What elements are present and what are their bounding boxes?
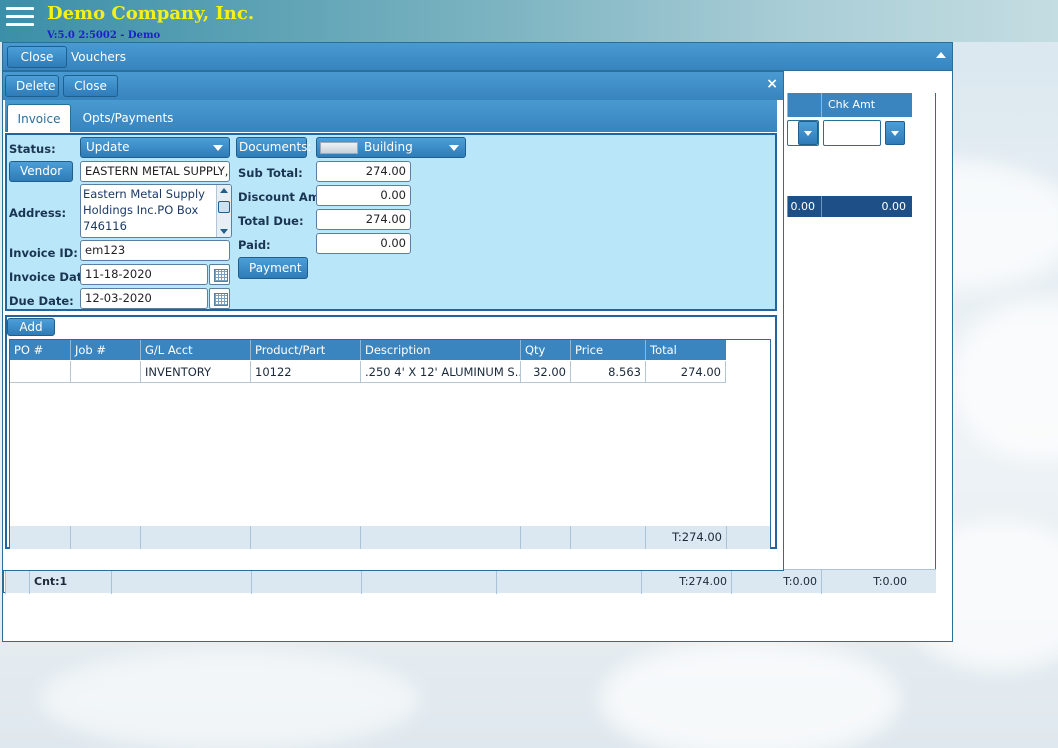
column-header-product[interactable]: Product/Part xyxy=(250,340,360,360)
chk-amt-column-header[interactable]: Chk Amt xyxy=(821,93,912,117)
tab-opts-payments[interactable]: Opts/Payments xyxy=(75,104,181,132)
footer-total-2: T:0.00 xyxy=(731,570,821,594)
cell-description: .250 4' X 12' ALUMINUM S... xyxy=(360,361,520,383)
cell-product: 10122 xyxy=(250,361,360,383)
cell-qty: 32.00 xyxy=(520,361,570,383)
chk-amt-filter-dropdown-icon[interactable] xyxy=(885,121,905,145)
line-items-panel: Add PO # Job # G/L Acct Product/Part Des… xyxy=(5,315,777,549)
column-header-total[interactable]: Total xyxy=(645,340,726,360)
invoice-date-calendar-icon[interactable] xyxy=(209,264,230,285)
address-line-2: Holdings Inc.PO Box xyxy=(83,203,199,217)
cell-price: 8.563 xyxy=(570,361,645,383)
address-line-3: 746116 xyxy=(83,219,127,233)
vouchers-header-cell xyxy=(787,93,821,117)
address-line-1: Eastern Metal Supply xyxy=(83,187,205,201)
footer-cell xyxy=(520,526,570,549)
due-date-field[interactable]: 12-03-2020 xyxy=(80,288,208,309)
invoice-window: Delete Close × Invoice Opts/Payments Sta… xyxy=(2,71,784,571)
column-header-po[interactable]: PO # xyxy=(10,340,70,360)
footer-cell xyxy=(5,570,29,594)
version-label: V:5.0 2:5002 - Demo xyxy=(47,30,161,41)
discount-field[interactable]: 0.00 xyxy=(316,185,411,206)
vouchers-row-cell: 0.00 xyxy=(787,196,821,217)
cell-total: 274.00 xyxy=(645,361,726,383)
column-header-description[interactable]: Description xyxy=(360,340,520,360)
due-date-calendar-icon[interactable] xyxy=(209,288,230,309)
column-header-qty[interactable]: Qty xyxy=(520,340,570,360)
invoice-date-field[interactable]: 11-18-2020 xyxy=(80,264,208,285)
footer-cell xyxy=(111,570,251,594)
invoice-window-bar: Delete Close × xyxy=(3,72,783,100)
footer-cell xyxy=(361,570,496,594)
footer-cell xyxy=(726,526,770,549)
footer-cell xyxy=(250,526,360,549)
total-due-label: Total Due: xyxy=(238,214,304,228)
vendor-button[interactable]: Vendor xyxy=(9,161,73,182)
chk-amt-cell: 0.00 xyxy=(821,196,912,217)
line-items-header: PO # Job # G/L Acct Product/Part Descrip… xyxy=(10,340,726,360)
vendor-field[interactable]: EASTERN METAL SUPPLY, INC xyxy=(80,161,230,182)
footer-total-1: T:274.00 xyxy=(641,570,731,594)
status-label: Status: xyxy=(9,142,56,156)
footer-cell xyxy=(251,570,361,594)
scroll-thumb[interactable] xyxy=(218,201,230,213)
address-scrollbar[interactable] xyxy=(216,185,231,237)
line-items-grid: PO # Job # G/L Acct Product/Part Descrip… xyxy=(9,339,771,549)
payment-button[interactable]: Payment xyxy=(238,257,308,279)
address-label: Address: xyxy=(9,206,67,220)
footer-cell xyxy=(70,526,140,549)
status-select[interactable]: Update xyxy=(80,137,230,158)
footer-total-3: T:0.00 xyxy=(821,570,911,594)
vouchers-grid-header: Chk Amt xyxy=(787,93,912,117)
documents-select[interactable]: Building xyxy=(316,137,466,158)
total-due-field[interactable]: 274.00 xyxy=(316,209,411,230)
delete-button[interactable]: Delete xyxy=(5,75,59,97)
paid-field[interactable]: 0.00 xyxy=(316,233,411,254)
vouchers-window-bar: Close Vouchers xyxy=(3,43,952,71)
vouchers-window-title: Vouchers xyxy=(71,50,126,64)
column-header-gl-acct[interactable]: G/L Acct xyxy=(140,340,250,360)
line-items-footer: T:274.00 xyxy=(10,526,770,549)
vouchers-row[interactable]: 0.00 0.00 xyxy=(787,196,912,217)
invoice-tabs: Invoice Opts/Payments xyxy=(5,100,777,132)
add-item-button[interactable]: Add xyxy=(7,318,55,336)
due-date-label: Due Date: xyxy=(9,294,74,308)
collapse-arrow-icon[interactable] xyxy=(936,52,946,58)
invoice-id-field[interactable]: em123 xyxy=(80,240,230,261)
close-icon[interactable]: × xyxy=(766,76,778,92)
documents-button[interactable]: Documents: xyxy=(236,137,311,158)
column-header-price[interactable]: Price xyxy=(570,340,645,360)
address-textarea[interactable]: Eastern Metal Supply Holdings Inc.PO Box… xyxy=(80,184,232,238)
footer-cell xyxy=(10,526,70,549)
scroll-down-icon[interactable] xyxy=(220,229,228,234)
subtotal-label: Sub Total: xyxy=(238,166,303,180)
footer-cell xyxy=(496,570,641,594)
filter-dropdown-icon[interactable] xyxy=(798,121,818,145)
scroll-up-icon[interactable] xyxy=(220,188,228,193)
documents-select-value: Building xyxy=(364,140,413,154)
vouchers-close-button[interactable]: Close xyxy=(7,46,67,68)
column-header-job[interactable]: Job # xyxy=(70,340,140,360)
hamburger-menu-icon[interactable] xyxy=(6,7,34,27)
company-name: Demo Company, Inc. xyxy=(47,3,255,24)
subtotal-field[interactable]: 274.00 xyxy=(316,161,411,182)
cell-gl-acct: INVENTORY xyxy=(140,361,250,383)
line-items-footer-total: T:274.00 xyxy=(645,526,726,549)
invoice-close-button[interactable]: Close xyxy=(63,75,118,97)
paid-label: Paid: xyxy=(238,238,271,252)
footer-count: Cnt:1 xyxy=(29,570,111,594)
invoice-id-label: Invoice ID: xyxy=(9,246,78,260)
footer-cell xyxy=(570,526,645,549)
cell-po xyxy=(10,361,70,383)
vouchers-grid-footer: Cnt:1 T:274.00 T:0.00 T:0.00 xyxy=(5,569,936,594)
cell-job xyxy=(70,361,140,383)
chk-amt-filter-input[interactable] xyxy=(823,120,881,146)
tab-invoice[interactable]: Invoice xyxy=(7,104,71,132)
document-thumbnail-icon xyxy=(320,142,358,154)
app-header: Demo Company, Inc. V:5.0 2:5002 - Demo xyxy=(0,0,1058,42)
footer-cell xyxy=(140,526,250,549)
invoice-form: Status: Update Vendor EASTERN METAL SUPP… xyxy=(5,133,777,311)
footer-cell xyxy=(360,526,520,549)
